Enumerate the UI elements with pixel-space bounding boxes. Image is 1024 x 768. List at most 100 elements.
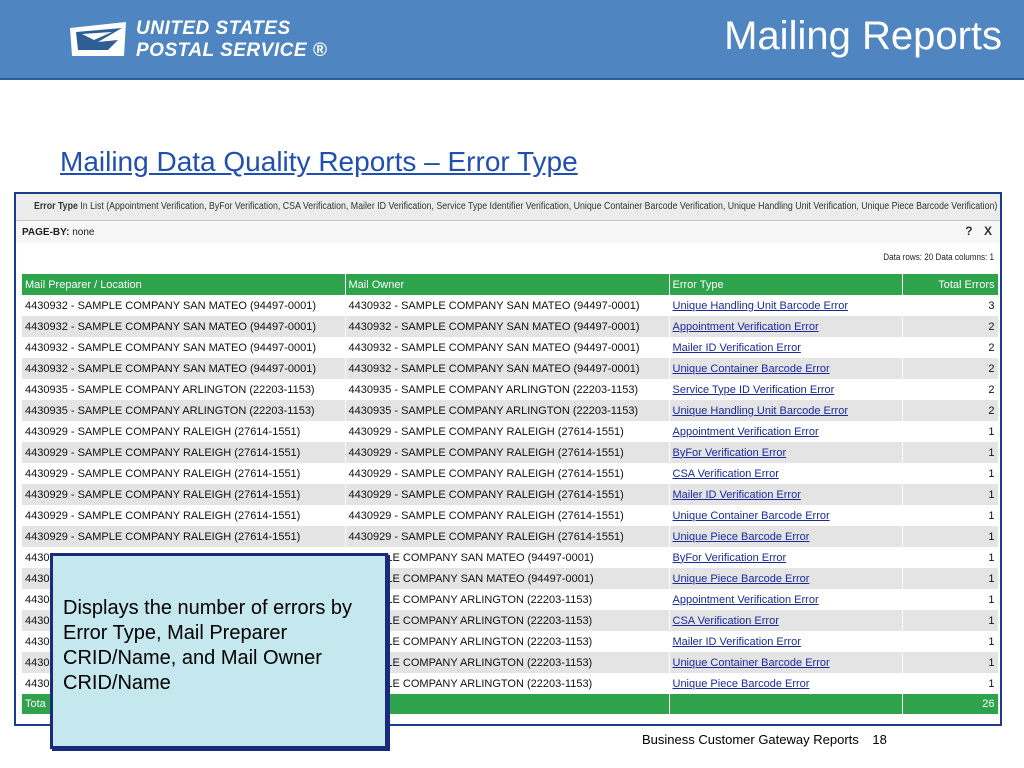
error-type-link[interactable]: Unique Container Barcode Error bbox=[673, 657, 830, 669]
owner-cell: - SAMPLE COMPANY ARLINGTON (22203-1153) bbox=[345, 610, 670, 631]
preparer-cell: 4430929 - SAMPLE COMPANY RALEIGH (27614-… bbox=[22, 421, 346, 442]
page-by-bar: PAGE-BY: none ? X bbox=[16, 221, 1000, 243]
error-type-link[interactable]: CSA Verification Error bbox=[673, 615, 779, 627]
slide-header: UNITED STATES POSTAL SERVICE ® Mailing R… bbox=[0, 0, 1024, 80]
preparer-cell: 4430935 - SAMPLE COMPANY ARLINGTON (2220… bbox=[22, 379, 346, 400]
preparer-cell: 4430932 - SAMPLE COMPANY SAN MATEO (9449… bbox=[22, 316, 346, 337]
help-icon[interactable]: ? bbox=[965, 224, 972, 238]
owner-cell: 4430935 - SAMPLE COMPANY ARLINGTON (2220… bbox=[345, 379, 670, 400]
total-errors-cell: 1 bbox=[902, 610, 999, 631]
total-errors-cell: 1 bbox=[902, 484, 999, 505]
column-header-error-type[interactable]: Error Type bbox=[669, 274, 903, 295]
total-value: 26 bbox=[902, 694, 999, 714]
table-row: 4430929 - SAMPLE COMPANY RALEIGH (27614-… bbox=[22, 463, 999, 484]
owner-cell: 4430929 - SAMPLE COMPANY RALEIGH (27614-… bbox=[345, 442, 670, 463]
total-errors-cell: 1 bbox=[902, 589, 999, 610]
total-errors-cell: 2 bbox=[902, 400, 999, 421]
table-header-row: Mail Preparer / Location Mail Owner Erro… bbox=[22, 274, 999, 295]
owner-cell: - SAMPLE COMPANY SAN MATEO (94497-0001) bbox=[345, 547, 670, 568]
owner-cell: - SAMPLE COMPANY ARLINGTON (22203-1153) bbox=[345, 631, 670, 652]
preparer-cell: 4430929 - SAMPLE COMPANY RALEIGH (27614-… bbox=[22, 505, 346, 526]
owner-cell: - SAMPLE COMPANY ARLINGTON (22203-1153) bbox=[345, 652, 670, 673]
preparer-cell: 4430932 - SAMPLE COMPANY SAN MATEO (9449… bbox=[22, 358, 346, 379]
preparer-cell: 4430932 - SAMPLE COMPANY SAN MATEO (9449… bbox=[22, 337, 346, 358]
owner-cell: 4430929 - SAMPLE COMPANY RALEIGH (27614-… bbox=[345, 484, 670, 505]
error-type-link[interactable]: Appointment Verification Error bbox=[673, 321, 819, 333]
preparer-cell: 4430929 - SAMPLE COMPANY RALEIGH (27614-… bbox=[22, 442, 346, 463]
report-tools: ? X bbox=[957, 224, 992, 238]
error-type-link[interactable]: CSA Verification Error bbox=[673, 468, 779, 480]
total-errors-cell: 1 bbox=[902, 547, 999, 568]
preparer-cell: 4430929 - SAMPLE COMPANY RALEIGH (27614-… bbox=[22, 484, 346, 505]
error-type-link[interactable]: ByFor Verification Error bbox=[673, 447, 787, 459]
error-type-link[interactable]: Mailer ID Verification Error bbox=[673, 489, 801, 501]
owner-cell: 4430932 - SAMPLE COMPANY SAN MATEO (9449… bbox=[345, 316, 670, 337]
error-type-link[interactable]: Appointment Verification Error bbox=[673, 426, 819, 438]
total-errors-cell: 1 bbox=[902, 505, 999, 526]
total-errors-cell: 1 bbox=[902, 652, 999, 673]
error-type-link[interactable]: Service Type ID Verification Error bbox=[673, 384, 835, 396]
error-type-link[interactable]: Unique Container Barcode Error bbox=[673, 510, 830, 522]
slide-title: Mailing Reports bbox=[724, 14, 1002, 58]
error-type-link[interactable]: ByFor Verification Error bbox=[673, 552, 787, 564]
slide-footer: Business Customer Gateway Reports 18 bbox=[642, 732, 897, 747]
owner-cell: 4430932 - SAMPLE COMPANY SAN MATEO (9449… bbox=[345, 358, 670, 379]
total-errors-cell: 1 bbox=[902, 463, 999, 484]
data-info: Data rows: 20 Data columns: 1 bbox=[883, 252, 994, 262]
error-type-link[interactable]: Appointment Verification Error bbox=[673, 594, 819, 606]
callout-box: Displays the number of errors by Error T… bbox=[50, 553, 388, 749]
table-row: 4430929 - SAMPLE COMPANY RALEIGH (27614-… bbox=[22, 505, 999, 526]
error-type-link[interactable]: Unique Piece Barcode Error bbox=[673, 678, 810, 690]
total-errors-cell: 1 bbox=[902, 631, 999, 652]
table-row: 4430932 - SAMPLE COMPANY SAN MATEO (9449… bbox=[22, 316, 999, 337]
owner-cell: - SAMPLE COMPANY SAN MATEO (94497-0001) bbox=[345, 568, 670, 589]
column-header-owner[interactable]: Mail Owner bbox=[345, 274, 670, 295]
preparer-cell: 4430929 - SAMPLE COMPANY RALEIGH (27614-… bbox=[22, 463, 346, 484]
total-errors-cell: 2 bbox=[902, 337, 999, 358]
owner-cell: 4430929 - SAMPLE COMPANY RALEIGH (27614-… bbox=[345, 463, 670, 484]
column-header-total-errors[interactable]: Total Errors bbox=[902, 274, 999, 295]
owner-cell: 4430929 - SAMPLE COMPANY RALEIGH (27614-… bbox=[345, 421, 670, 442]
page-by-value: none bbox=[72, 227, 95, 238]
total-errors-cell: 3 bbox=[902, 295, 999, 316]
owner-cell: 4430929 - SAMPLE COMPANY RALEIGH (27614-… bbox=[345, 526, 670, 547]
filter-bar: Error Type In List (Appointment Verifica… bbox=[16, 194, 1000, 221]
total-errors-cell: 1 bbox=[902, 568, 999, 589]
owner-cell: - SAMPLE COMPANY ARLINGTON (22203-1153) bbox=[345, 673, 670, 694]
total-errors-cell: 1 bbox=[902, 526, 999, 547]
total-errors-cell: 2 bbox=[902, 316, 999, 337]
eagle-icon bbox=[70, 22, 126, 56]
error-type-link[interactable]: Unique Piece Barcode Error bbox=[673, 573, 810, 585]
logo-text-line2: POSTAL SERVICE ® bbox=[136, 40, 328, 61]
error-type-link[interactable]: Unique Handling Unit Barcode Error bbox=[673, 405, 848, 417]
total-errors-cell: 1 bbox=[902, 442, 999, 463]
error-type-link[interactable]: Unique Container Barcode Error bbox=[673, 363, 830, 375]
error-type-link[interactable]: Mailer ID Verification Error bbox=[673, 342, 801, 354]
table-row: 4430932 - SAMPLE COMPANY SAN MATEO (9449… bbox=[22, 358, 999, 379]
column-header-preparer[interactable]: Mail Preparer / Location bbox=[22, 274, 346, 295]
error-type-link[interactable]: Unique Handling Unit Barcode Error bbox=[673, 300, 848, 312]
table-row: 4430929 - SAMPLE COMPANY RALEIGH (27614-… bbox=[22, 421, 999, 442]
page-number: 18 bbox=[872, 732, 887, 747]
table-row: 4430929 - SAMPLE COMPANY RALEIGH (27614-… bbox=[22, 526, 999, 547]
error-type-link[interactable]: Mailer ID Verification Error bbox=[673, 636, 801, 648]
table-row: 4430929 - SAMPLE COMPANY RALEIGH (27614-… bbox=[22, 484, 999, 505]
close-icon[interactable]: X bbox=[984, 224, 992, 238]
owner-cell: 4430932 - SAMPLE COMPANY SAN MATEO (9449… bbox=[345, 337, 670, 358]
table-row: 4430932 - SAMPLE COMPANY SAN MATEO (9449… bbox=[22, 337, 999, 358]
owner-cell: 4430932 - SAMPLE COMPANY SAN MATEO (9449… bbox=[345, 295, 670, 316]
owner-cell: 4430929 - SAMPLE COMPANY RALEIGH (27614-… bbox=[345, 505, 670, 526]
total-errors-cell: 1 bbox=[902, 421, 999, 442]
usps-logo: UNITED STATES POSTAL SERVICE ® bbox=[68, 18, 327, 64]
report-title-link[interactable]: Mailing Data Quality Reports – Error Typ… bbox=[60, 146, 578, 178]
preparer-cell: 4430935 - SAMPLE COMPANY ARLINGTON (2220… bbox=[22, 400, 346, 421]
table-row: 4430935 - SAMPLE COMPANY ARLINGTON (2220… bbox=[22, 379, 999, 400]
filter-label: Error Type bbox=[34, 201, 78, 212]
owner-cell: 4430935 - SAMPLE COMPANY ARLINGTON (2220… bbox=[345, 400, 670, 421]
error-type-link[interactable]: Unique Piece Barcode Error bbox=[673, 531, 810, 543]
owner-cell: - SAMPLE COMPANY ARLINGTON (22203-1153) bbox=[345, 589, 670, 610]
table-row: 4430932 - SAMPLE COMPANY SAN MATEO (9449… bbox=[22, 295, 999, 316]
logo-text-line1: UNITED STATES bbox=[136, 18, 291, 39]
callout-text: Displays the number of errors by Error T… bbox=[63, 597, 353, 694]
preparer-cell: 4430932 - SAMPLE COMPANY SAN MATEO (9449… bbox=[22, 295, 346, 316]
